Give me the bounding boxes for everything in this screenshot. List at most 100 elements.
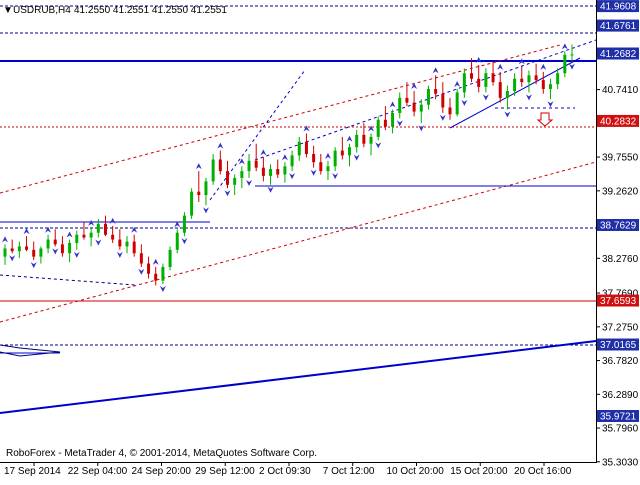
candle-body: [455, 92, 459, 115]
candle-body: [161, 266, 165, 281]
y-tick-label: 40.7410: [602, 85, 639, 96]
candle-body: [534, 75, 538, 81]
candle-body: [405, 97, 409, 103]
x-tick-label: 7 Oct 12:00: [323, 466, 375, 477]
price-level-label: 40.2832: [600, 116, 637, 127]
candle-body: [247, 160, 251, 172]
candle-body: [197, 191, 201, 196]
candle-body: [477, 78, 481, 87]
candle-body: [513, 78, 517, 92]
candle-body: [462, 73, 466, 93]
x-tick-label: 2 Oct 09:30: [259, 466, 311, 477]
candle-body: [147, 263, 151, 274]
candle-body: [312, 154, 316, 163]
candle-body: [111, 234, 115, 240]
y-tick-label: 38.2760: [602, 254, 639, 265]
x-tick-label: 20 Oct 16:00: [514, 466, 572, 477]
price-level-label: 37.0165: [600, 340, 637, 351]
candle-body: [326, 166, 330, 172]
candle-body: [570, 54, 574, 56]
candle-body: [211, 159, 215, 182]
candle-body: [269, 169, 273, 176]
candle-body: [333, 150, 337, 167]
candle-body: [520, 78, 524, 83]
candle-body: [204, 181, 208, 196]
candle-body: [434, 88, 438, 94]
candle-body: [348, 147, 352, 156]
price-chart: 40.741039.755039.262038.276037.769037.27…: [0, 0, 640, 480]
candle-body: [470, 73, 474, 79]
copyright-text: RoboForex - MetaTrader 4, © 2001-2014, M…: [6, 448, 317, 459]
header-arrow: ▼: [3, 5, 13, 16]
candle-body: [391, 112, 395, 127]
candle-body: [426, 88, 430, 105]
candle-body: [548, 84, 552, 89]
candle-body: [96, 223, 100, 233]
candle-body: [369, 136, 373, 144]
candle-body: [563, 54, 567, 74]
candle-body: [340, 150, 344, 156]
y-tick-label: 37.2750: [602, 322, 639, 333]
candle-body: [68, 242, 72, 254]
candle-body: [254, 160, 258, 168]
candle-body: [412, 102, 416, 112]
candle-body: [3, 248, 7, 257]
y-tick-label: 35.7960: [602, 424, 639, 435]
candle-body: [376, 119, 380, 137]
x-tick-label: 10 Oct 20:00: [387, 466, 445, 477]
candle-body: [484, 73, 488, 87]
candle-body: [225, 171, 229, 185]
candle-body: [541, 80, 545, 89]
candle-body: [75, 234, 79, 243]
candle-body: [233, 177, 237, 185]
candle-body: [89, 232, 93, 238]
x-tick-label: 29 Sep 12:00: [195, 466, 255, 477]
candle-body: [17, 246, 21, 252]
header-symbol: USDRUB,H4: [13, 5, 71, 16]
price-level-label: 41.9608: [600, 2, 637, 13]
candle-body: [491, 73, 495, 83]
candle-body: [319, 162, 323, 172]
candle-body: [53, 239, 57, 245]
candle-body: [39, 248, 43, 257]
candle-body: [182, 215, 186, 233]
candle-body: [139, 253, 143, 264]
candle-body: [448, 107, 452, 115]
candle-body: [190, 191, 194, 216]
y-tick-label: 39.2620: [602, 186, 639, 197]
y-tick-label: 35.3030: [602, 457, 639, 468]
x-tick-label: 22 Sep 04:00: [68, 466, 128, 477]
candle-body: [297, 141, 301, 156]
candle-body: [505, 91, 509, 98]
candle-body: [32, 249, 36, 257]
candle-body: [527, 75, 531, 83]
price-level-label: 37.6593: [600, 296, 637, 307]
candle-body: [60, 244, 64, 254]
candle-body: [10, 248, 14, 252]
y-tick-label: 36.7820: [602, 356, 639, 367]
candle-body: [175, 232, 179, 250]
price-level-label: 41.2682: [600, 49, 637, 60]
candle-body: [355, 134, 359, 148]
candle-body: [441, 93, 445, 108]
y-tick-label: 39.7550: [602, 153, 639, 164]
candle-body: [362, 134, 366, 144]
candle-body: [556, 73, 560, 85]
x-tick-label: 17 Sep 2014: [4, 466, 61, 477]
candle-body: [240, 171, 244, 178]
candle-body: [261, 167, 265, 176]
candle-body: [46, 239, 50, 249]
candle-body: [103, 223, 107, 235]
candle-body: [82, 234, 86, 238]
chart-window: 40.7410 39.7550 39.2620 38.2760 37.7690 37.27…: [0, 0, 640, 480]
price-level-label: 38.7629: [600, 220, 637, 231]
candle-body: [168, 249, 172, 267]
candle-body: [290, 155, 294, 167]
price-level-label: 41.6761: [600, 21, 637, 32]
candle-body: [304, 141, 308, 154]
candle-body: [118, 239, 122, 247]
y-tick-label: 36.2890: [602, 390, 639, 401]
candle-body: [276, 169, 280, 175]
candle-body: [154, 273, 158, 281]
candle-body: [283, 166, 287, 175]
